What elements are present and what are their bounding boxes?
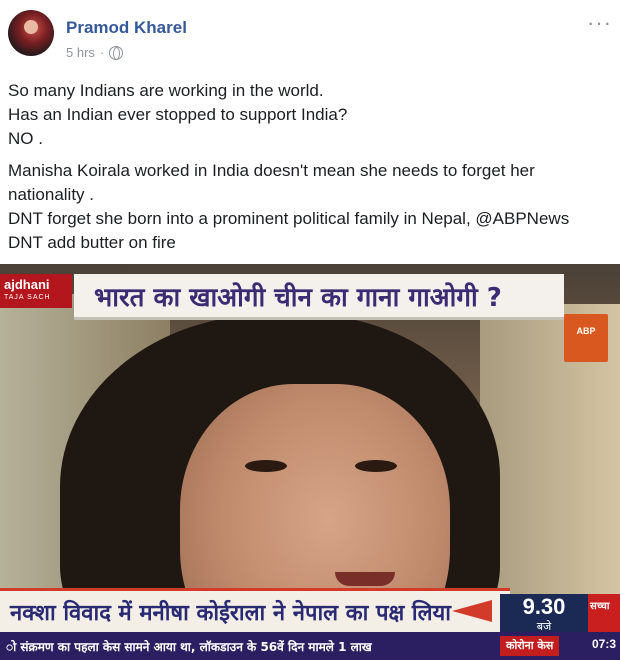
globe-icon[interactable] (109, 45, 124, 60)
ticker-arrow-icon (452, 600, 492, 622)
photo-eye (245, 460, 287, 472)
meta-separator: · (99, 45, 105, 60)
tv-ticker-text: नक्शा विवाद में मनीषा कोईराला ने नेपाल क… (10, 600, 451, 626)
abp-logo: ABP (564, 314, 608, 362)
post-photo[interactable]: ajdhani TAJA SACH भारत का खाओगी चीन का ग… (0, 264, 620, 660)
author-avatar[interactable] (8, 10, 54, 56)
tv-ticker: नक्शा विवाद में मनीषा कोईराला ने नेपाल क… (0, 588, 510, 632)
post-line: NO . (8, 129, 43, 148)
post-line: So many Indians are working in the world… (8, 81, 324, 100)
tv-crawl: ो संक्रमण का पहला केस सामने आया था, लॉकड… (0, 632, 620, 660)
post-line: Has an Indian ever stopped to support In… (8, 105, 348, 124)
photo-eye (355, 460, 397, 472)
post-line: DNT add butter on fire (8, 233, 176, 252)
channel-logo: ajdhani TAJA SACH (0, 274, 72, 308)
tv-headline: भारत का खाओगी चीन का गाना गाओगी ? (74, 274, 564, 320)
tv-crawl-text: ो संक्रमण का पहला केस सामने आया था, लॉकड… (6, 639, 372, 654)
post-line: DNT forget she born into a prominent pol… (8, 209, 570, 228)
tv-crawl-time: 07:3 (591, 637, 616, 651)
channel-logo-text: ajdhani (4, 277, 50, 292)
channel-logo-sub: TAJA SACH (4, 294, 51, 301)
paragraph: So many Indians are working in the world… (8, 79, 612, 151)
post-header: Pramod Kharel 5 hrs · ··· (8, 10, 612, 64)
author-name[interactable]: Pramod Kharel (66, 18, 187, 38)
paragraph: Manisha Koirala worked in India doesn't … (8, 159, 612, 255)
post-time[interactable]: 5 hrs (66, 45, 95, 60)
post-body: So many Indians are working in the world… (8, 79, 612, 263)
more-options-icon[interactable]: ··· (587, 12, 612, 34)
photo-mouth (335, 572, 395, 586)
post-meta: 5 hrs · (66, 45, 124, 60)
tv-headline-text: भारत का खाओगी चीन का गाना गाओगी ? (94, 282, 502, 313)
post-line: Manisha Koirala worked in India doesn't … (8, 161, 535, 180)
post-line: nationality . (8, 185, 94, 204)
tv-time: 9.30 (522, 594, 566, 619)
tv-crawl-tag: कोरोना केस (500, 636, 560, 656)
